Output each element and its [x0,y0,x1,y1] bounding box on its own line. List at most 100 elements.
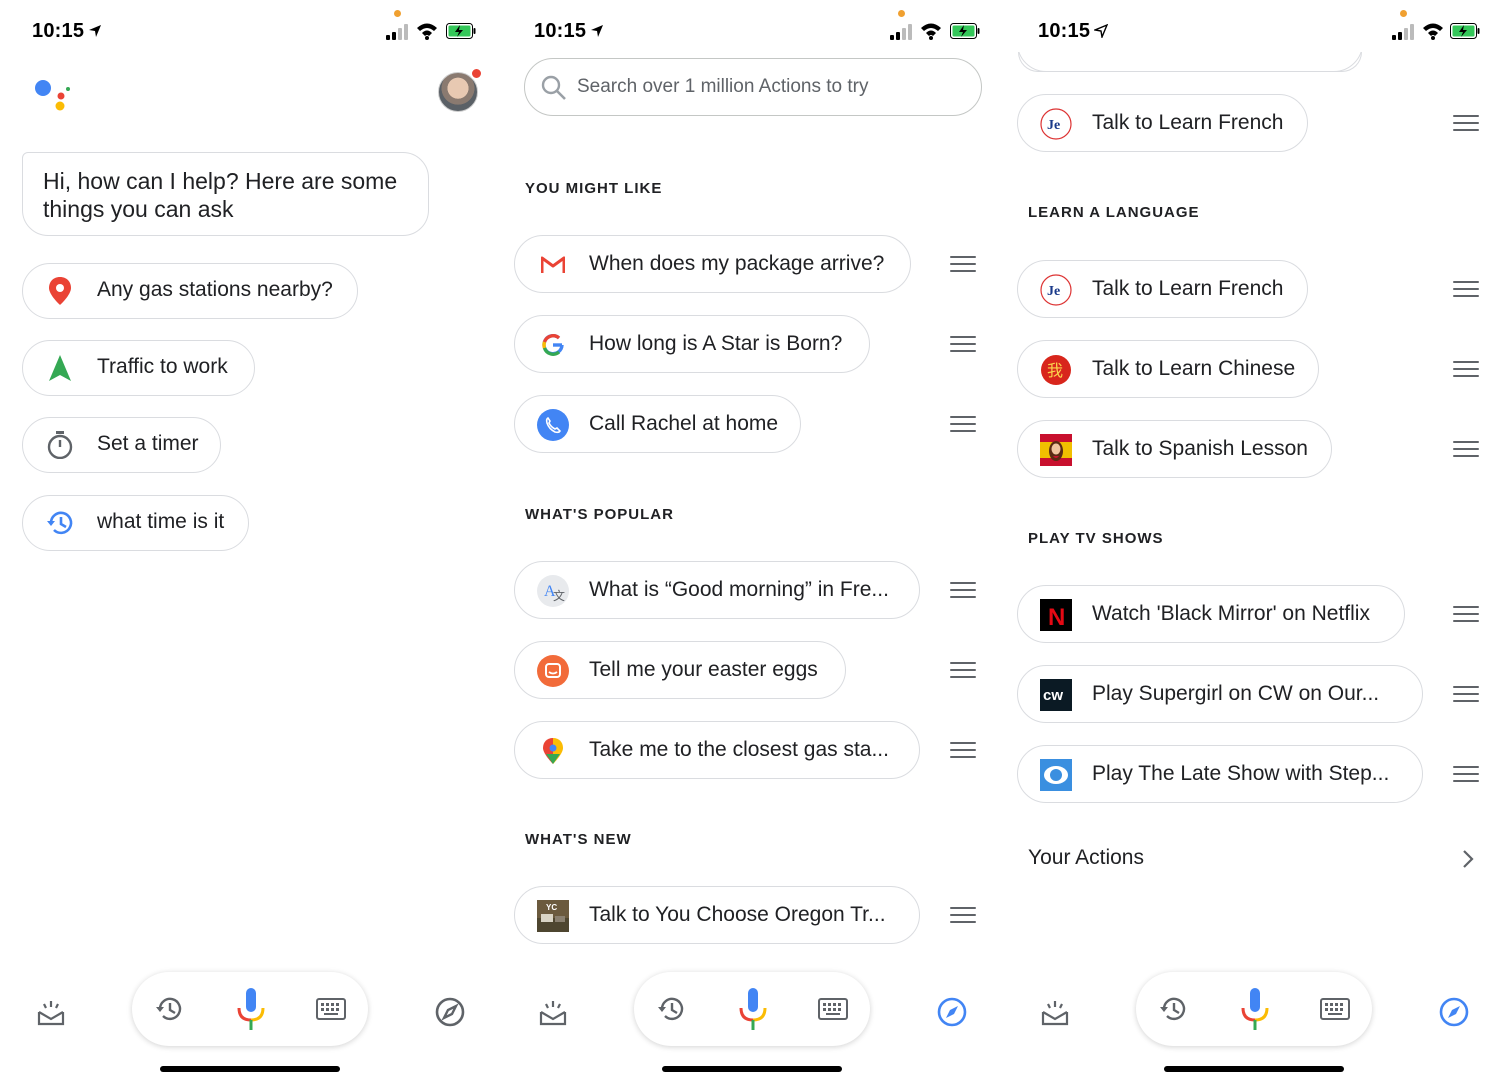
menu-lines-icon[interactable] [1453,115,1479,133]
svg-text:文: 文 [553,588,565,603]
menu-lines-icon[interactable] [950,907,976,925]
cw-icon: cw [1040,679,1072,711]
explore-screen-scrolled: 10:15 Je Talk to Learn French LEARN A LA… [1004,0,1506,1082]
action-label: When does my package arrive? [589,252,885,275]
cell-signal-icon [386,24,408,40]
history-icon[interactable] [1158,994,1188,1024]
home-indicator[interactable] [1164,1066,1344,1072]
action-label: Watch 'Black Mirror' on Netflix [1092,602,1370,625]
google-assistant-logo [35,80,70,111]
menu-lines-icon[interactable] [1453,361,1479,379]
suggestion-label: Traffic to work [97,355,228,378]
action-chip[interactable]: Talk to Spanish Lesson [1017,420,1332,478]
timer-icon [45,430,75,460]
menu-lines-icon[interactable] [950,416,976,434]
home-indicator[interactable] [662,1066,842,1072]
location-arrow-icon [89,25,101,37]
gmail-icon [537,249,569,281]
action-label: Talk to Learn French [1092,111,1284,134]
menu-lines-icon[interactable] [1453,606,1479,624]
explore-compass-icon[interactable] [1438,996,1470,1028]
action-label: Call Rachel at home [589,412,779,435]
keyboard-icon[interactable] [316,998,346,1020]
explore-compass-icon[interactable] [936,996,968,1028]
history-icon[interactable] [656,994,686,1024]
wifi-icon [1423,23,1443,40]
assistant-greeting: Hi, how can I help? Here are some things… [22,152,429,236]
section-title: WHAT'S POPULAR [525,506,674,523]
snapshot-icon[interactable] [1040,998,1070,1028]
action-chip[interactable]: N Watch 'Black Mirror' on Netflix [1017,585,1405,643]
status-time: 10:15 [534,20,587,42]
action-chip[interactable]: Tell me your easter eggs [514,641,846,699]
google-icon [537,329,569,361]
status-time: 10:15 [32,20,85,42]
action-chip[interactable]: Call Rachel at home [514,395,801,453]
action-chip[interactable]: When does my package arrive? [514,235,911,293]
microphone-icon[interactable] [738,988,768,1030]
action-chip[interactable]: Play The Late Show with Step... [1017,745,1423,803]
chip-bottom-edge [1018,52,1362,72]
actions-search-bar[interactable] [524,58,982,116]
netflix-icon: N [1040,599,1072,631]
action-chip[interactable]: A文 What is “Good morning” in Fre... [514,561,920,619]
action-chip[interactable]: Je Talk to Learn French [1017,94,1308,152]
your-actions-link[interactable]: Your Actions [1028,846,1144,870]
suggestion-label: Set a timer [97,432,199,455]
microphone-icon[interactable] [236,988,266,1030]
action-chip[interactable]: 我 Talk to Learn Chinese [1017,340,1319,398]
learn-chinese-icon: 我 [1040,354,1072,386]
learn-french-icon: Je [1040,108,1072,140]
action-chip[interactable]: Take me to the closest gas sta... [514,721,920,779]
bottom-bar [1004,972,1506,1082]
chinese-glyph: 我 [1047,361,1063,380]
suggestion-chip[interactable]: Traffic to work [22,340,255,396]
action-label: Tell me your easter eggs [589,658,818,681]
menu-lines-icon[interactable] [1453,441,1479,459]
action-chip[interactable]: YC Talk to You Choose Oregon Tr... [514,886,920,944]
menu-lines-icon[interactable] [1453,686,1479,704]
translate-icon: A文 [537,575,569,607]
home-indicator[interactable] [160,1066,340,1072]
camera-indicator-dot [394,10,401,17]
action-chip[interactable]: Je Talk to Learn French [1017,260,1308,318]
menu-lines-icon[interactable] [950,662,976,680]
input-pill [1136,972,1372,1046]
menu-lines-icon[interactable] [950,582,976,600]
action-chip[interactable]: cw Play Supergirl on CW on Our... [1017,665,1423,723]
camera-indicator-dot [1400,10,1407,17]
french-glyph: Je [1047,118,1060,133]
keyboard-icon[interactable] [1320,998,1350,1020]
snapshot-icon[interactable] [538,998,568,1028]
menu-lines-icon[interactable] [950,256,976,274]
bottom-bar [502,972,1004,1082]
snapshot-icon[interactable] [36,998,66,1028]
explore-compass-icon[interactable] [434,996,466,1028]
camera-indicator-dot [898,10,905,17]
menu-lines-icon[interactable] [1453,766,1479,784]
action-label: Play Supergirl on CW on Our... [1092,682,1380,705]
section-title: LEARN A LANGUAGE [1028,204,1200,221]
battery-charging-icon [950,23,980,39]
action-label: Talk to You Choose Oregon Tr... [589,903,886,926]
suggestion-chip[interactable]: what time is it [22,495,249,551]
chevron-right-icon[interactable] [1460,848,1476,870]
oregon-trail-icon: YC [537,900,569,932]
learn-french-icon: Je [1040,274,1072,306]
action-label: What is “Good morning” in Fre... [589,578,889,601]
microphone-icon[interactable] [1240,988,1270,1030]
action-label: Talk to Learn Chinese [1092,357,1296,380]
menu-lines-icon[interactable] [950,742,976,760]
notification-dot [470,67,483,80]
action-chip[interactable]: How long is A Star is Born? [514,315,870,373]
menu-lines-icon[interactable] [1453,281,1479,299]
history-icon[interactable] [154,994,184,1024]
action-label: Talk to Learn French [1092,277,1284,300]
menu-lines-icon[interactable] [950,336,976,354]
search-input[interactable] [577,73,957,101]
suggestion-chip[interactable]: Any gas stations nearby? [22,263,358,319]
keyboard-icon[interactable] [818,998,848,1020]
cw-glyph: cw [1043,687,1063,704]
location-arrow-icon [1094,24,1108,38]
suggestion-chip[interactable]: Set a timer [22,417,221,473]
